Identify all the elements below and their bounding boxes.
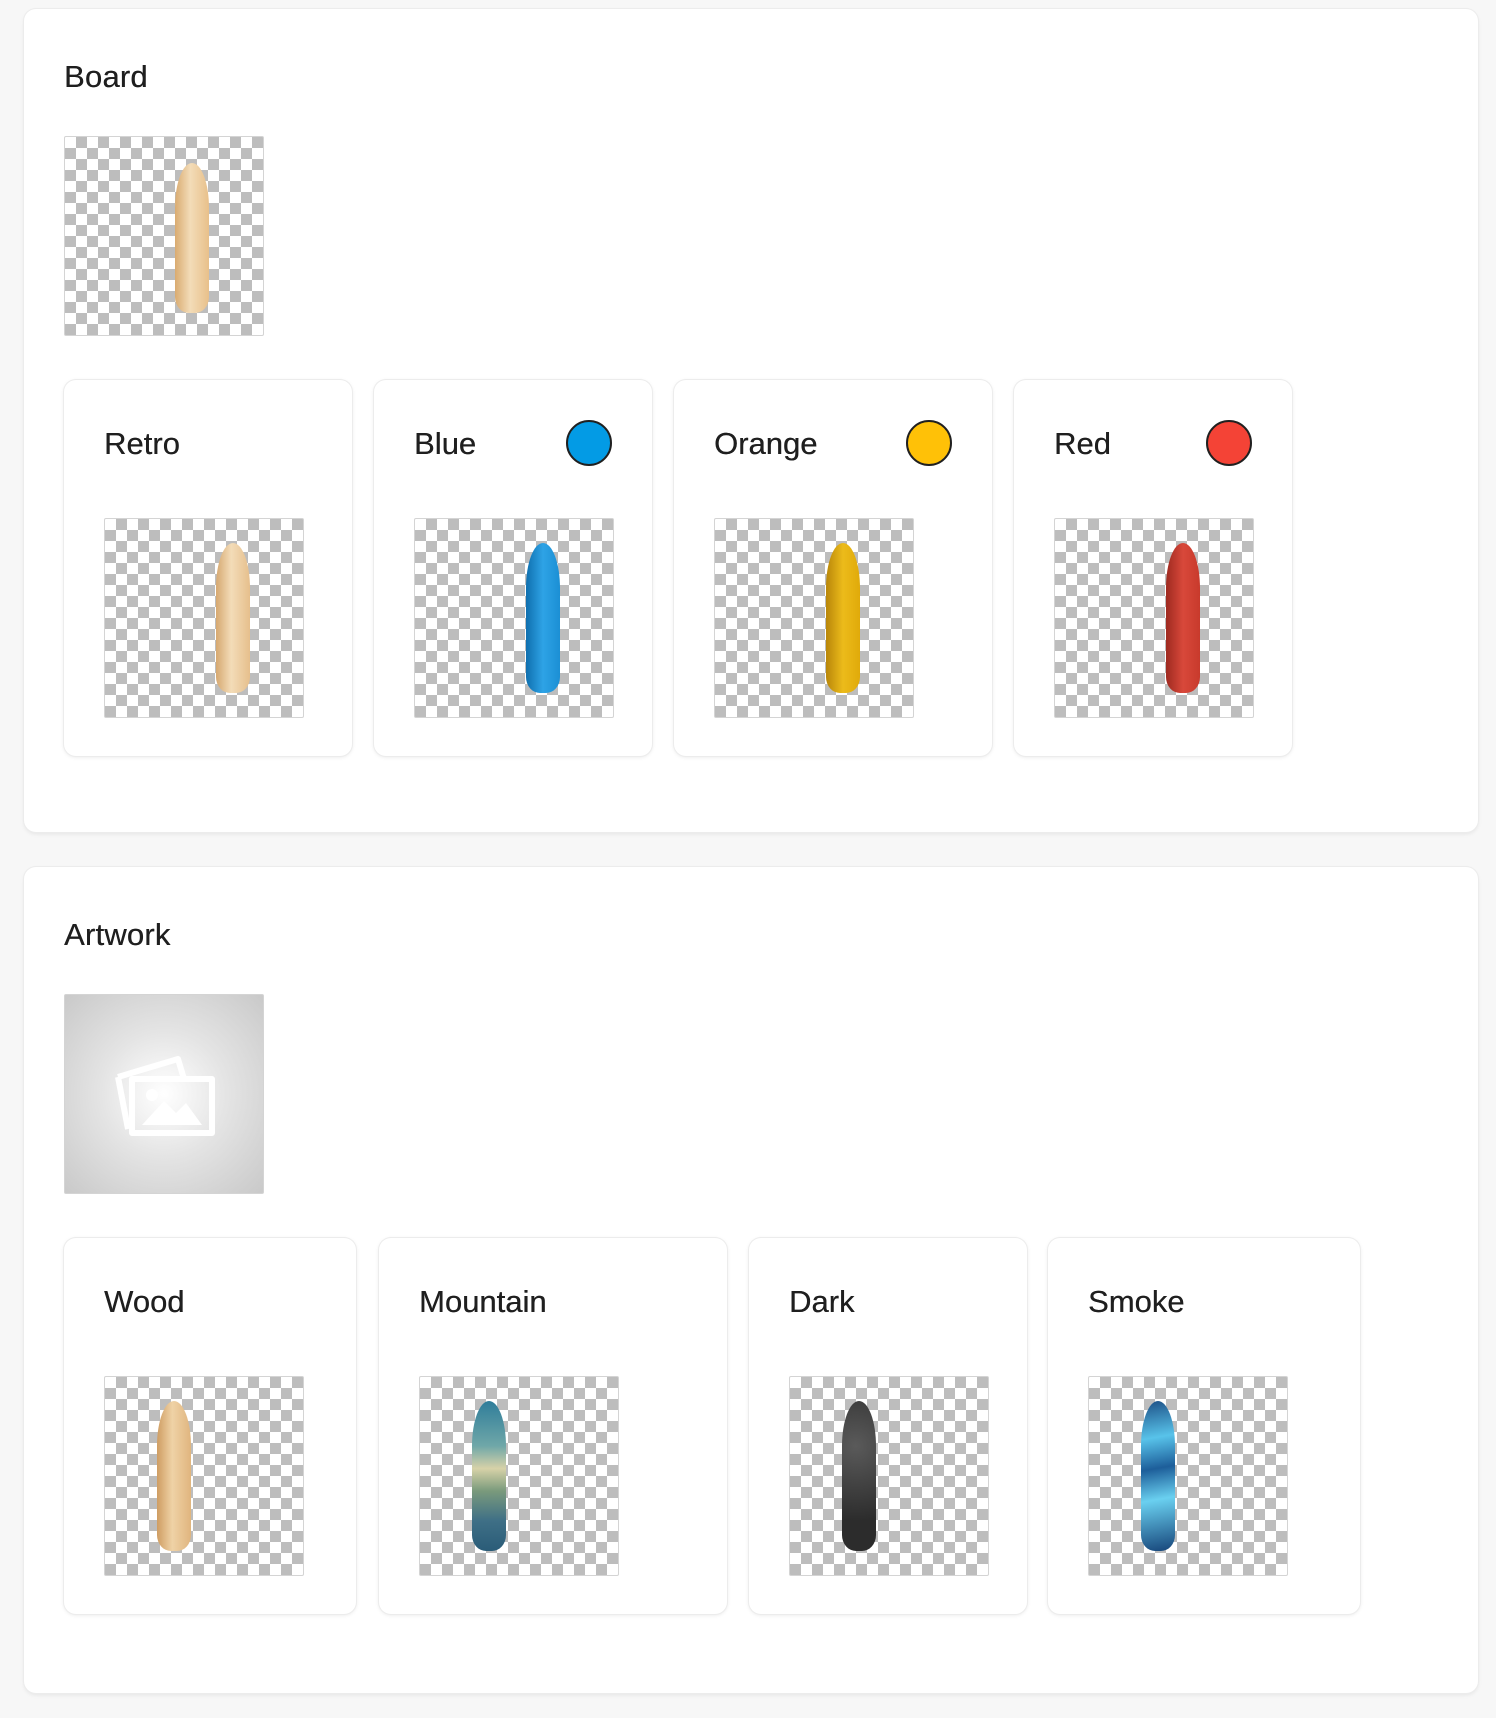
option-preview (419, 1376, 619, 1576)
artwork-panel: Artwork Wood Mountain Dark Smoke (24, 867, 1478, 1693)
artwork-option-smoke[interactable]: Smoke (1048, 1238, 1360, 1614)
option-preview (714, 518, 914, 718)
option-preview (1088, 1376, 1288, 1576)
option-label: Retro (104, 426, 180, 461)
board-thumbnail (1166, 543, 1200, 693)
board-thumbnail (826, 543, 860, 693)
board-thumbnail (526, 543, 560, 693)
artwork-option-wood[interactable]: Wood (64, 1238, 356, 1614)
board-thumbnail (1141, 1401, 1175, 1551)
board-section-title: Board (64, 59, 148, 94)
board-option-orange[interactable]: Orange (674, 380, 992, 756)
artwork-section-title: Artwork (64, 917, 171, 952)
board-thumbnail (157, 1401, 191, 1551)
option-label: Wood (104, 1284, 185, 1319)
board-thumbnail (842, 1401, 876, 1551)
option-label: Mountain (419, 1284, 547, 1319)
artwork-option-dark[interactable]: Dark (749, 1238, 1027, 1614)
board-option-retro[interactable]: Retro (64, 380, 352, 756)
image-placeholder-icon (115, 1056, 215, 1136)
color-swatch-blue[interactable] (566, 420, 612, 466)
option-label: Dark (789, 1284, 855, 1319)
option-label: Smoke (1088, 1284, 1185, 1319)
option-preview (104, 518, 304, 718)
board-option-blue[interactable]: Blue (374, 380, 652, 756)
option-label: Blue (414, 426, 477, 461)
color-swatch-red[interactable] (1206, 420, 1252, 466)
board-preview-image (175, 163, 209, 313)
board-main-preview (64, 136, 264, 336)
option-label: Orange (714, 426, 818, 461)
board-option-red[interactable]: Red (1014, 380, 1292, 756)
board-thumbnail (472, 1401, 506, 1551)
artwork-main-preview (64, 994, 264, 1194)
board-panel: Board Retro Blue Orange Red (24, 9, 1478, 832)
color-swatch-orange[interactable] (906, 420, 952, 466)
option-label: Red (1054, 426, 1111, 461)
option-preview (1054, 518, 1254, 718)
option-preview (414, 518, 614, 718)
board-thumbnail (216, 543, 250, 693)
option-preview (104, 1376, 304, 1576)
option-preview (789, 1376, 989, 1576)
artwork-option-mountain[interactable]: Mountain (379, 1238, 727, 1614)
